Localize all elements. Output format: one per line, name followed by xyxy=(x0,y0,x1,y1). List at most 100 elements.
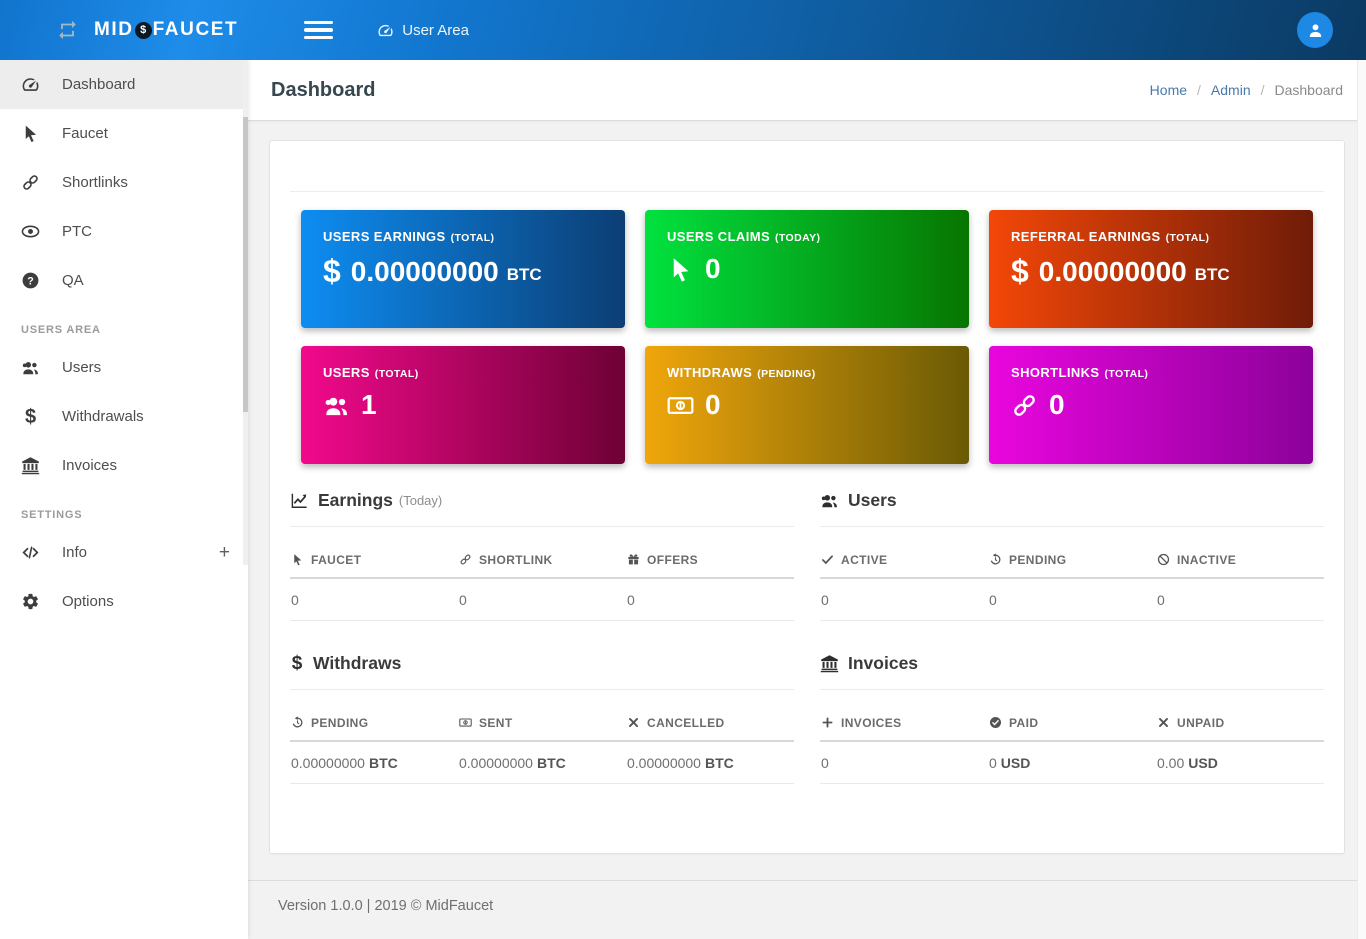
tachometer-icon xyxy=(377,22,394,39)
withdraws-cancelled-value: 0.00000000BTC xyxy=(626,741,794,784)
earnings-faucet-value: 0 xyxy=(290,578,458,621)
section-title: Users xyxy=(848,490,897,511)
brand-logo[interactable]: MID$FAUCET xyxy=(54,19,238,41)
bank-icon xyxy=(820,654,839,673)
section-divider xyxy=(820,689,1324,690)
earnings-offers-value: 0 xyxy=(626,578,794,621)
sidebar-scrollbar-thumb[interactable] xyxy=(243,117,248,412)
section-invoices: Invoices INVOICES PAID UNPAID xyxy=(820,653,1324,784)
repeat-icon xyxy=(54,19,81,41)
column-header-invoices: INVOICES xyxy=(820,702,988,741)
footer: Version 1.0.0 | 2019 © MidFaucet xyxy=(248,880,1366,939)
question-circle-icon xyxy=(21,271,40,290)
chart-line-icon xyxy=(290,491,309,510)
bank-icon xyxy=(21,456,40,475)
mouse-pointer-icon xyxy=(291,553,304,566)
section-users: Users ACTIVE PENDING INACTIVE xyxy=(820,490,1324,621)
breadcrumb-admin-link[interactable]: Admin xyxy=(1211,82,1251,98)
stat-qualifier: (TOTAL) xyxy=(451,232,495,244)
hamburger-icon xyxy=(304,21,333,24)
users-active-value: 0 xyxy=(820,578,988,621)
stat-card-referral-earnings: REFERRAL EARNINGS(TOTAL) $ 0.00000000 BT… xyxy=(989,210,1313,328)
stat-qualifier: (PENDING) xyxy=(757,368,815,380)
sidebar-item-options[interactable]: Options xyxy=(0,577,248,626)
tachometer-icon xyxy=(21,75,40,94)
menu-toggle-button[interactable] xyxy=(304,17,333,44)
column-header-pending: PENDING xyxy=(290,702,458,741)
sidebar-item-info[interactable]: Info + xyxy=(0,528,248,577)
invoices-count-value: 0 xyxy=(820,741,988,784)
stat-title: USERS CLAIMS xyxy=(667,229,770,244)
footer-version-text: Version 1.0.0 | 2019 © MidFaucet xyxy=(278,898,493,914)
sidebar-group-settings: SETTINGS xyxy=(0,490,248,528)
sidebar: Dashboard Faucet Shortlinks PTC QA USERS… xyxy=(0,60,248,939)
brand-suffix: FAUCET xyxy=(153,19,239,41)
link-icon xyxy=(21,173,40,192)
money-bill-icon xyxy=(667,392,694,419)
column-header-paid: PAID xyxy=(988,702,1156,741)
earnings-shortlink-value: 0 xyxy=(458,578,626,621)
sidebar-group-users-area: USERS AREA xyxy=(0,305,248,343)
gift-icon xyxy=(627,553,640,566)
mouse-pointer-icon xyxy=(667,256,694,283)
user-menu-button[interactable] xyxy=(1297,12,1333,48)
section-divider xyxy=(290,689,794,690)
stat-title: USERS xyxy=(323,365,370,380)
column-header-active: ACTIVE xyxy=(820,539,988,578)
user-area-link[interactable]: User Area xyxy=(377,22,469,39)
sidebar-item-faucet[interactable]: Faucet xyxy=(0,109,248,158)
stat-qualifier: (TOTAL) xyxy=(375,368,419,380)
mouse-pointer-icon xyxy=(21,124,40,143)
sidebar-item-qa[interactable]: QA xyxy=(0,256,248,305)
invoices-table: INVOICES PAID UNPAID 0 0USD 0.00USD xyxy=(820,702,1324,784)
content-area: USERS EARNINGS(TOTAL) $ 0.00000000 BTC U… xyxy=(248,121,1366,880)
top-navbar: MID$FAUCET User Area xyxy=(0,0,1366,60)
stat-title: WITHDRAWS xyxy=(667,365,752,380)
breadcrumb-separator: / xyxy=(1197,82,1201,98)
breadcrumb-separator: / xyxy=(1261,82,1265,98)
history-icon xyxy=(989,553,1002,566)
users-icon xyxy=(820,491,839,510)
column-header-unpaid: UNPAID xyxy=(1156,702,1324,741)
breadcrumb-current: Dashboard xyxy=(1275,82,1344,98)
history-icon xyxy=(291,716,304,729)
section-earnings: Earnings (Today) FAUCET SHORTLINK OFFERS xyxy=(290,490,794,621)
app-window: MID$FAUCET User Area Dashboard Faucet xyxy=(0,0,1366,939)
users-icon xyxy=(21,358,40,377)
sidebar-item-invoices[interactable]: Invoices xyxy=(0,441,248,490)
user-icon xyxy=(1306,21,1325,40)
withdraws-table: PENDING SENT CANCELLED 0.00000000BTC 0.0… xyxy=(290,702,794,784)
stat-qualifier: (TOTAL) xyxy=(1105,368,1149,380)
sidebar-item-dashboard[interactable]: Dashboard xyxy=(0,60,248,109)
link-icon xyxy=(1011,392,1038,419)
panel-spacer xyxy=(290,161,1324,191)
section-divider xyxy=(820,526,1324,527)
users-table: ACTIVE PENDING INACTIVE 0 0 0 xyxy=(820,539,1324,621)
stat-card-shortlinks-total: SHORTLINKS(TOTAL) 0 xyxy=(989,346,1313,464)
stat-card-users-total: USERS (TOTAL) 1 xyxy=(301,346,625,464)
dollar-sign-icon: $ xyxy=(290,654,304,673)
invoices-paid-value: 0USD xyxy=(988,741,1156,784)
sidebar-item-shortlinks[interactable]: Shortlinks xyxy=(0,158,248,207)
stat-qualifier: (TODAY) xyxy=(775,232,820,244)
link-icon xyxy=(459,553,472,566)
users-inactive-value: 0 xyxy=(1156,578,1324,621)
dashboard-panel: USERS EARNINGS(TOTAL) $ 0.00000000 BTC U… xyxy=(269,140,1345,854)
sidebar-item-withdrawals[interactable]: $ Withdrawals xyxy=(0,392,248,441)
user-area-label: User Area xyxy=(402,22,469,39)
window-scrollbar[interactable] xyxy=(1357,60,1366,939)
stat-value: 1 xyxy=(361,389,377,421)
times-icon xyxy=(1157,716,1170,729)
dollar-sign-icon: $ xyxy=(323,253,341,290)
column-header-inactive: INACTIVE xyxy=(1156,539,1324,578)
breadcrumb-home-link[interactable]: Home xyxy=(1150,82,1187,98)
coin-dollar-icon: $ xyxy=(135,22,152,39)
stat-card-users-earnings: USERS EARNINGS(TOTAL) $ 0.00000000 BTC xyxy=(301,210,625,328)
stat-value: 0 xyxy=(705,253,721,285)
stat-unit: BTC xyxy=(507,265,542,285)
dollar-sign-icon: $ xyxy=(21,407,40,427)
money-bill-icon xyxy=(459,716,472,729)
expand-plus-icon[interactable]: + xyxy=(219,542,230,564)
sidebar-item-ptc[interactable]: PTC xyxy=(0,207,248,256)
sidebar-item-users[interactable]: Users xyxy=(0,343,248,392)
